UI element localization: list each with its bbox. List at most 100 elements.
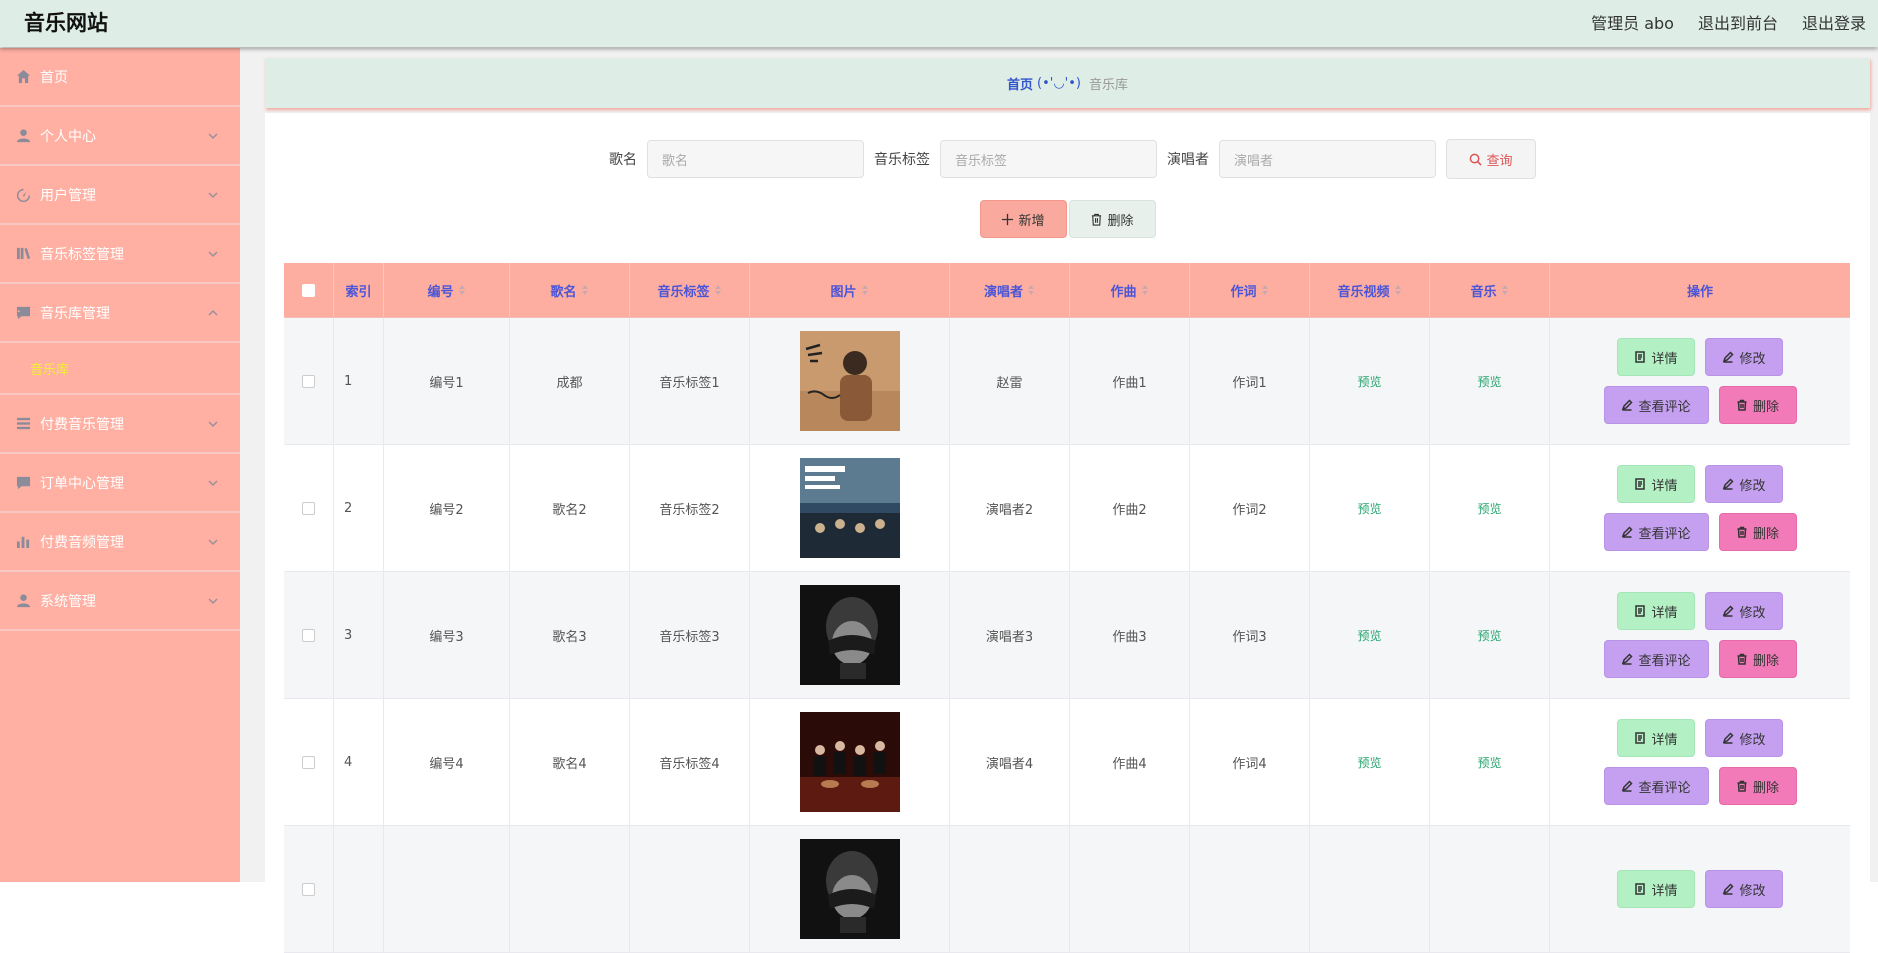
video-preview-link[interactable]: 预览	[1357, 500, 1381, 517]
sort-icon[interactable]	[1261, 285, 1269, 295]
breadcrumb-home[interactable]: 首页	[1007, 74, 1033, 93]
sort-icon[interactable]	[714, 285, 722, 295]
user-icon	[14, 593, 32, 609]
sidebar-item-home[interactable]: 首页	[0, 48, 240, 107]
music-tag-input[interactable]: 音乐标签	[940, 140, 1157, 178]
bar-chart-icon	[14, 534, 32, 550]
action-bar: 新增 删除	[265, 200, 1870, 238]
detail-button[interactable]: 详情	[1617, 592, 1695, 630]
view-comments-button[interactable]: 查看评论	[1603, 640, 1709, 678]
video-preview-link[interactable]: 预览	[1357, 627, 1381, 644]
row-actions: 详情 修改查看评论 删除	[1603, 465, 1797, 551]
view-comments-button[interactable]: 查看评论	[1603, 386, 1709, 424]
sidebar-item-user-management[interactable]: 用户管理	[0, 166, 240, 225]
back-to-frontend-link[interactable]: 退出到前台	[1698, 10, 1778, 34]
select-all-checkbox[interactable]	[302, 283, 315, 297]
row-checkbox[interactable]	[302, 755, 315, 769]
delete-button[interactable]: 删除	[1718, 767, 1797, 805]
column-header-tag[interactable]: 音乐标签	[630, 263, 750, 317]
sidebar-item-paid-music-management[interactable]: 付费音乐管理	[0, 395, 240, 454]
detail-button[interactable]: 详情	[1617, 719, 1695, 757]
video-preview-link[interactable]: 预览	[1357, 754, 1381, 771]
trash-icon	[1737, 780, 1747, 792]
sidebar-item-paid-audio-management[interactable]: 付费音频管理	[0, 513, 240, 572]
edit-button[interactable]: 修改	[1705, 719, 1783, 757]
song-name-input[interactable]: 歌名	[647, 140, 864, 178]
column-header-image[interactable]: 图片	[750, 263, 950, 317]
delete-button[interactable]: 删除	[1718, 640, 1797, 678]
edit-button[interactable]: 修改	[1705, 870, 1783, 908]
cell-actions: 详情 修改查看评论 删除	[1550, 445, 1850, 571]
row-checkbox[interactable]	[302, 628, 315, 642]
table-row: 3 编号3 歌名3 音乐标签3 演唱者3 作曲3 作词3 预览 预览 详情 修改 查看评论 删除	[284, 572, 1850, 699]
chevron-down-icon	[208, 535, 218, 546]
query-button[interactable]: 查询	[1446, 139, 1536, 179]
column-header-code[interactable]: 编号	[384, 263, 510, 317]
singer-label: 演唱者	[1167, 152, 1209, 168]
music-preview-link[interactable]: 预览	[1477, 373, 1501, 390]
edit-icon	[1622, 780, 1634, 792]
cell-singer: 赵雷	[950, 318, 1070, 444]
trash-icon	[1737, 526, 1747, 538]
view-comments-button[interactable]: 查看评论	[1603, 767, 1709, 805]
sort-icon[interactable]	[861, 285, 869, 295]
cell-name: 歌名3	[510, 572, 630, 698]
edit-button[interactable]: 修改	[1705, 465, 1783, 503]
column-header-music[interactable]: 音乐	[1430, 263, 1550, 317]
column-header-video[interactable]: 音乐视频	[1310, 263, 1430, 317]
cell-index: 2	[334, 445, 384, 571]
singer-input[interactable]: 演唱者	[1219, 140, 1436, 178]
edit-button[interactable]: 修改	[1705, 592, 1783, 630]
column-header-composer[interactable]: 作曲	[1070, 263, 1190, 317]
sidebar-subitem-music-library[interactable]: 音乐库	[0, 343, 240, 395]
sidebar-item-order-center-management[interactable]: 订单中心管理	[0, 454, 240, 513]
sidebar-item-personal-center[interactable]: 个人中心	[0, 107, 240, 166]
detail-button[interactable]: 详情	[1617, 338, 1695, 376]
row-checkbox[interactable]	[302, 882, 315, 896]
row-select-cell	[284, 826, 334, 952]
cell-index: 3	[334, 572, 384, 698]
sort-icon[interactable]	[1394, 285, 1402, 295]
sidebar-item-music-tag-management[interactable]: 音乐标签管理	[0, 225, 240, 284]
music-preview-link[interactable]: 预览	[1477, 500, 1501, 517]
sort-icon[interactable]	[1028, 285, 1035, 295]
column-header-name[interactable]: 歌名	[510, 263, 630, 317]
row-actions: 详情 修改查看评论 删除	[1603, 338, 1797, 424]
sort-icon[interactable]	[1141, 285, 1149, 295]
add-button[interactable]: 新增	[979, 200, 1067, 238]
plus-icon	[1002, 213, 1014, 225]
sidebar-item-system-management[interactable]: 系统管理	[0, 572, 240, 631]
detail-button[interactable]: 详情	[1617, 465, 1695, 503]
admin-user-link[interactable]: 管理员 abo	[1591, 10, 1674, 34]
search-icon	[1470, 153, 1483, 166]
select-all-cell	[284, 263, 334, 317]
cell-image	[750, 318, 950, 444]
cell-actions: 详情 修改查看评论 删除	[1550, 699, 1850, 825]
sidebar-item-music-library-management[interactable]: 音乐库管理	[0, 284, 240, 343]
sidebar-item-label: 首页	[40, 69, 68, 86]
music-preview-link[interactable]: 预览	[1477, 627, 1501, 644]
row-checkbox[interactable]	[302, 374, 315, 388]
document-icon	[1635, 605, 1646, 617]
edit-label: 修改	[1739, 883, 1766, 899]
delete-button[interactable]: 删除	[1718, 386, 1797, 424]
breadcrumb: 首页 (•'◡'•) 音乐库	[265, 58, 1870, 108]
chevron-down-icon	[208, 594, 218, 605]
sort-icon[interactable]	[458, 285, 466, 295]
top-links: 管理员 abo 退出到前台 退出登录	[1591, 10, 1866, 34]
video-preview-link[interactable]: 预览	[1357, 373, 1381, 390]
sort-icon[interactable]	[581, 285, 589, 295]
sort-icon[interactable]	[1501, 285, 1509, 295]
detail-button[interactable]: 详情	[1617, 870, 1695, 908]
delete-button[interactable]: 删除	[1718, 513, 1797, 551]
batch-delete-button[interactable]: 删除	[1068, 200, 1156, 238]
logout-link[interactable]: 退出登录	[1802, 10, 1866, 34]
edit-button[interactable]: 修改	[1705, 338, 1783, 376]
column-header-lyricist[interactable]: 作词	[1190, 263, 1310, 317]
edit-icon	[1723, 351, 1735, 363]
music-preview-link[interactable]: 预览	[1477, 754, 1501, 771]
view-comments-button[interactable]: 查看评论	[1603, 513, 1709, 551]
column-header-singer[interactable]: 演唱者	[950, 263, 1070, 317]
row-checkbox[interactable]	[302, 501, 315, 515]
chevron-down-icon	[208, 188, 218, 199]
